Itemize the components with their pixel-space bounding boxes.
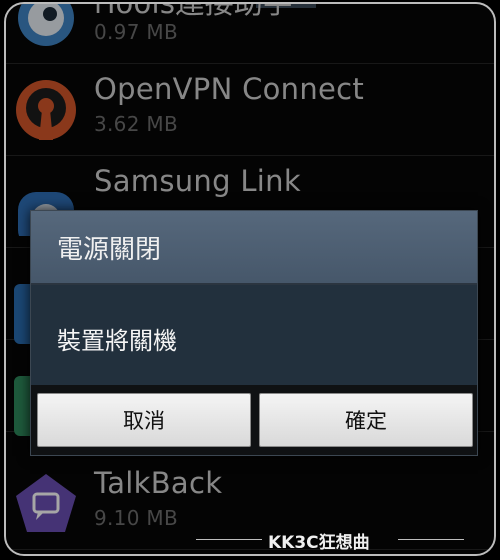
watermark: KK3C狂想曲 xyxy=(6,524,494,554)
power-off-dialog: 電源關閉 裝置將關機 取消 確定 xyxy=(30,210,478,456)
dialog-title-bar: 電源關閉 xyxy=(31,211,477,285)
dialog-message-area: 裝置將關機 xyxy=(31,285,477,385)
watermark-line-right xyxy=(398,539,464,540)
dialog-title: 電源關閉 xyxy=(57,235,162,265)
screen-frame: iTools連接助手 0.97 MB OpenVPN Connect 3.62 … xyxy=(4,2,496,556)
watermark-line-left xyxy=(196,539,262,540)
watermark-text: KK3C狂想曲 xyxy=(268,533,370,553)
confirm-button[interactable]: 確定 xyxy=(259,393,473,447)
dialog-message: 裝置將關機 xyxy=(57,327,177,355)
cancel-button[interactable]: 取消 xyxy=(37,393,251,447)
dialog-button-bar: 取消 確定 xyxy=(31,385,477,455)
